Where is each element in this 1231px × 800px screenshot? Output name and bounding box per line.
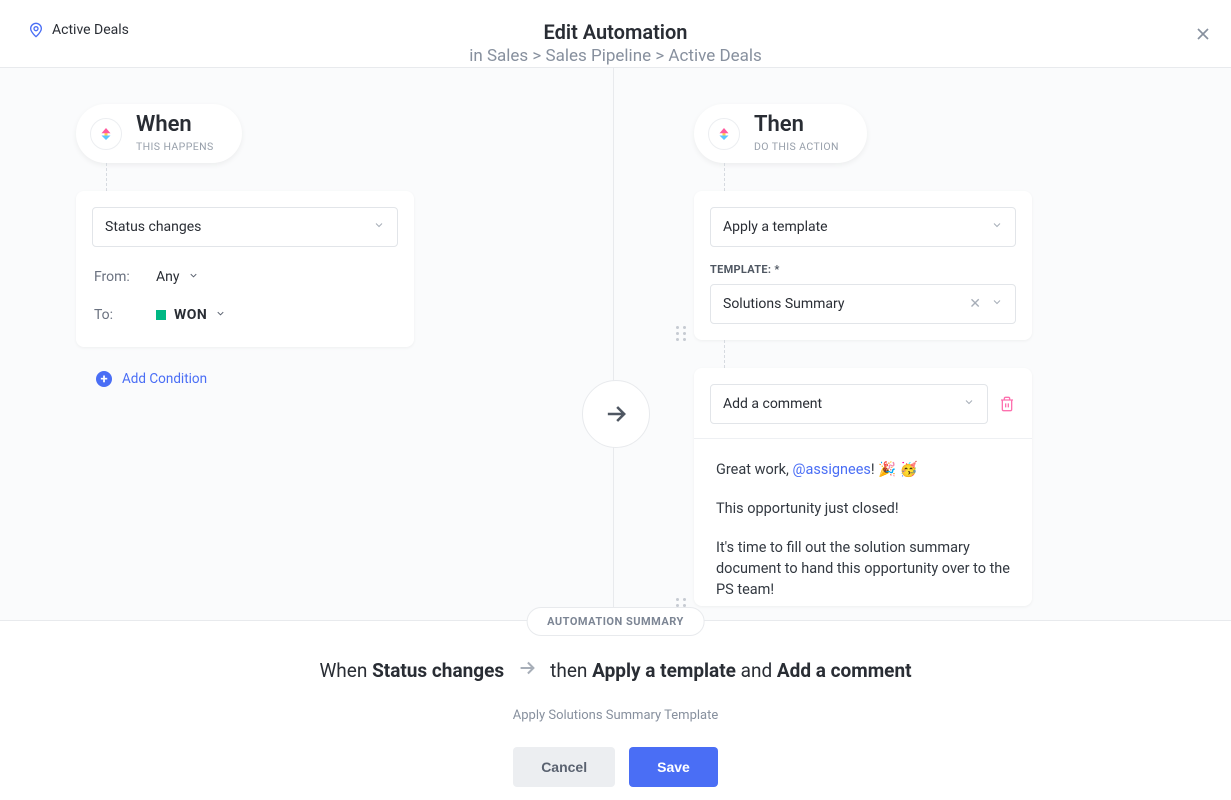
delete-action-button[interactable] <box>998 396 1016 412</box>
status-dot-icon <box>156 310 166 320</box>
from-label: From: <box>94 269 156 285</box>
save-button[interactable]: Save <box>629 747 718 787</box>
action-select-value: Add a comment <box>723 396 822 412</box>
trigger-select[interactable]: Status changes <box>92 207 398 247</box>
connector-line <box>724 163 725 191</box>
when-header: When THIS HAPPENS <box>76 104 242 163</box>
chevron-down-icon <box>215 307 226 323</box>
then-column: Then DO THIS ACTION Apply a template TEM… <box>614 68 1231 620</box>
arrow-right-icon <box>516 657 538 684</box>
comment-body[interactable]: Great work, @assignees! 🎉 🥳 This opportu… <box>694 438 1032 606</box>
trigger-card: Status changes From: Any To: WON <box>76 191 414 347</box>
chevron-down-icon <box>991 219 1003 235</box>
brand-icon <box>90 118 122 150</box>
chevron-down-icon <box>188 269 199 285</box>
clear-x-icon[interactable]: ✕ <box>969 296 981 312</box>
template-label: TEMPLATE: * <box>710 263 1016 276</box>
flow-arrow-icon <box>582 380 650 448</box>
chevron-down-icon <box>991 296 1003 312</box>
then-title: Then <box>754 114 839 136</box>
mention-assignees[interactable]: @assignees <box>792 461 870 478</box>
chevron-down-icon <box>963 396 975 412</box>
chevron-down-icon <box>373 219 385 235</box>
to-value-select[interactable]: WON <box>156 307 226 323</box>
action-select[interactable]: Add a comment <box>710 384 988 424</box>
template-select-value: Solutions Summary <box>723 296 845 312</box>
location-pin-icon <box>28 22 44 38</box>
trigger-select-value: Status changes <box>105 219 201 235</box>
then-subtitle: DO THIS ACTION <box>754 140 839 153</box>
title-block: Edit Automation in Sales > Sales Pipelin… <box>469 20 762 66</box>
button-row: Cancel Save <box>0 747 1231 787</box>
from-row: From: Any <box>92 269 398 285</box>
footer: AUTOMATION SUMMARY When Status changes t… <box>0 620 1231 800</box>
drag-handle-icon[interactable] <box>676 326 687 341</box>
to-label: To: <box>94 307 156 323</box>
action-card-comment: Add a comment Great work, @assignees! 🎉 … <box>694 368 1032 606</box>
when-title: When <box>136 114 214 136</box>
close-button[interactable] <box>1193 24 1213 48</box>
action-select[interactable]: Apply a template <box>710 207 1016 247</box>
workspace: When THIS HAPPENS Status changes From: A… <box>0 68 1231 620</box>
summary-subtext: Apply Solutions Summary Template <box>0 708 1231 723</box>
action-select-value: Apply a template <box>723 219 828 235</box>
plus-circle-icon: + <box>96 371 112 387</box>
when-column: When THIS HAPPENS Status changes From: A… <box>0 68 613 620</box>
to-row: To: WON <box>92 307 398 323</box>
summary-chip: AUTOMATION SUMMARY <box>526 607 705 636</box>
breadcrumb: in Sales > Sales Pipeline > Active Deals <box>469 46 762 66</box>
when-subtitle: THIS HAPPENS <box>136 140 214 153</box>
then-header: Then DO THIS ACTION <box>694 104 867 163</box>
location-label: Active Deals <box>52 22 129 38</box>
template-select[interactable]: Solutions Summary ✕ <box>710 284 1016 324</box>
add-condition-button[interactable]: + Add Condition <box>96 371 207 387</box>
cancel-button[interactable]: Cancel <box>513 747 615 787</box>
from-value-select[interactable]: Any <box>156 269 199 285</box>
connector-line <box>724 340 725 368</box>
connector-line <box>106 163 107 191</box>
page-title: Edit Automation <box>469 20 762 44</box>
action-card-template: Apply a template TEMPLATE: * Solutions S… <box>694 191 1032 340</box>
brand-icon <box>708 118 740 150</box>
summary-line: When Status changes then Apply a templat… <box>0 657 1231 684</box>
location: Active Deals <box>28 22 129 38</box>
top-bar: Active Deals Edit Automation in Sales > … <box>0 0 1231 68</box>
